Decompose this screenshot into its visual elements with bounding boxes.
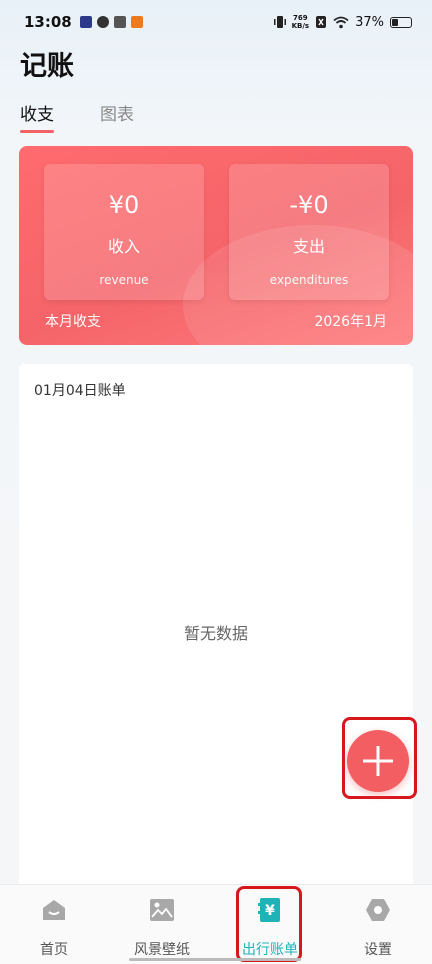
battery-icon	[390, 16, 412, 28]
status-bar: 13:08 769 KB/s 37%	[0, 0, 432, 44]
app-notification-icon	[130, 16, 143, 28]
add-record-button[interactable]	[347, 730, 409, 792]
net-speed-value: 769	[293, 14, 308, 22]
month-selector[interactable]: 2026年1月	[314, 311, 387, 331]
expense-box: -¥0 支出 expenditures	[229, 164, 389, 300]
tab-charts[interactable]: 图表	[100, 100, 134, 133]
bill-list-card: 01月04日账单 暂无数据	[19, 364, 413, 904]
income-box: ¥0 收入 revenue	[44, 164, 204, 300]
monthly-summary-label: 本月收支	[45, 314, 101, 330]
expense-amount: -¥0	[289, 191, 329, 219]
nav-item-home[interactable]: 首页	[0, 885, 108, 964]
bill-date-label: 01月04日账单	[34, 383, 126, 399]
tab-income-expense[interactable]: 收支	[20, 100, 54, 133]
home-indicator	[129, 958, 301, 961]
page-title: 记账	[20, 51, 74, 82]
battery-level	[392, 18, 398, 26]
monthly-summary-card: ¥0 收入 revenue -¥0 支出 expenditures 本月收支 2…	[19, 146, 413, 345]
app-notification-icon	[79, 16, 92, 28]
tab-bar: 收支 图表	[20, 100, 134, 133]
vibrate-icon	[273, 16, 286, 28]
income-label: 收入	[107, 237, 140, 256]
settings-icon	[365, 897, 391, 923]
net-speed: 769 KB/s	[292, 14, 309, 30]
income-sub-label: revenue	[99, 273, 149, 287]
image-icon	[149, 897, 175, 923]
bottom-nav: 首页 风景壁纸 ¥ 出行账单 设置	[0, 884, 432, 964]
status-time: 13:08	[24, 13, 72, 31]
expense-label: 支出	[292, 237, 325, 256]
nav-item-wallpaper[interactable]: 风景壁纸	[108, 885, 216, 964]
nav-label-travel-bills: 出行账单	[242, 942, 298, 958]
nav-item-travel-bills[interactable]: ¥ 出行账单	[216, 885, 324, 964]
plus-icon	[363, 746, 393, 776]
nav-item-settings[interactable]: 设置	[324, 885, 432, 964]
income-amount: ¥0	[108, 191, 140, 219]
screen: 13:08 769 KB/s 37% 记账 收支 图表 ¥0 收入 revenu…	[0, 0, 432, 964]
battery-percent: 37%	[355, 14, 384, 30]
wifi-icon	[333, 16, 349, 28]
home-icon	[41, 897, 67, 923]
nav-label-home: 首页	[40, 942, 68, 958]
app-notification-icon	[96, 16, 109, 28]
expense-sub-label: expenditures	[269, 273, 349, 287]
net-speed-unit: KB/s	[291, 22, 310, 30]
svg-text:¥: ¥	[265, 903, 275, 919]
status-right: 769 KB/s 37%	[273, 14, 412, 30]
empty-state-text: 暂无数据	[183, 624, 248, 643]
app-notification-icon	[113, 16, 126, 28]
sim-off-icon	[316, 16, 327, 28]
yen-bill-icon: ¥	[257, 897, 283, 923]
nav-label-wallpaper: 风景壁纸	[134, 942, 190, 958]
nav-label-settings: 设置	[364, 942, 392, 958]
